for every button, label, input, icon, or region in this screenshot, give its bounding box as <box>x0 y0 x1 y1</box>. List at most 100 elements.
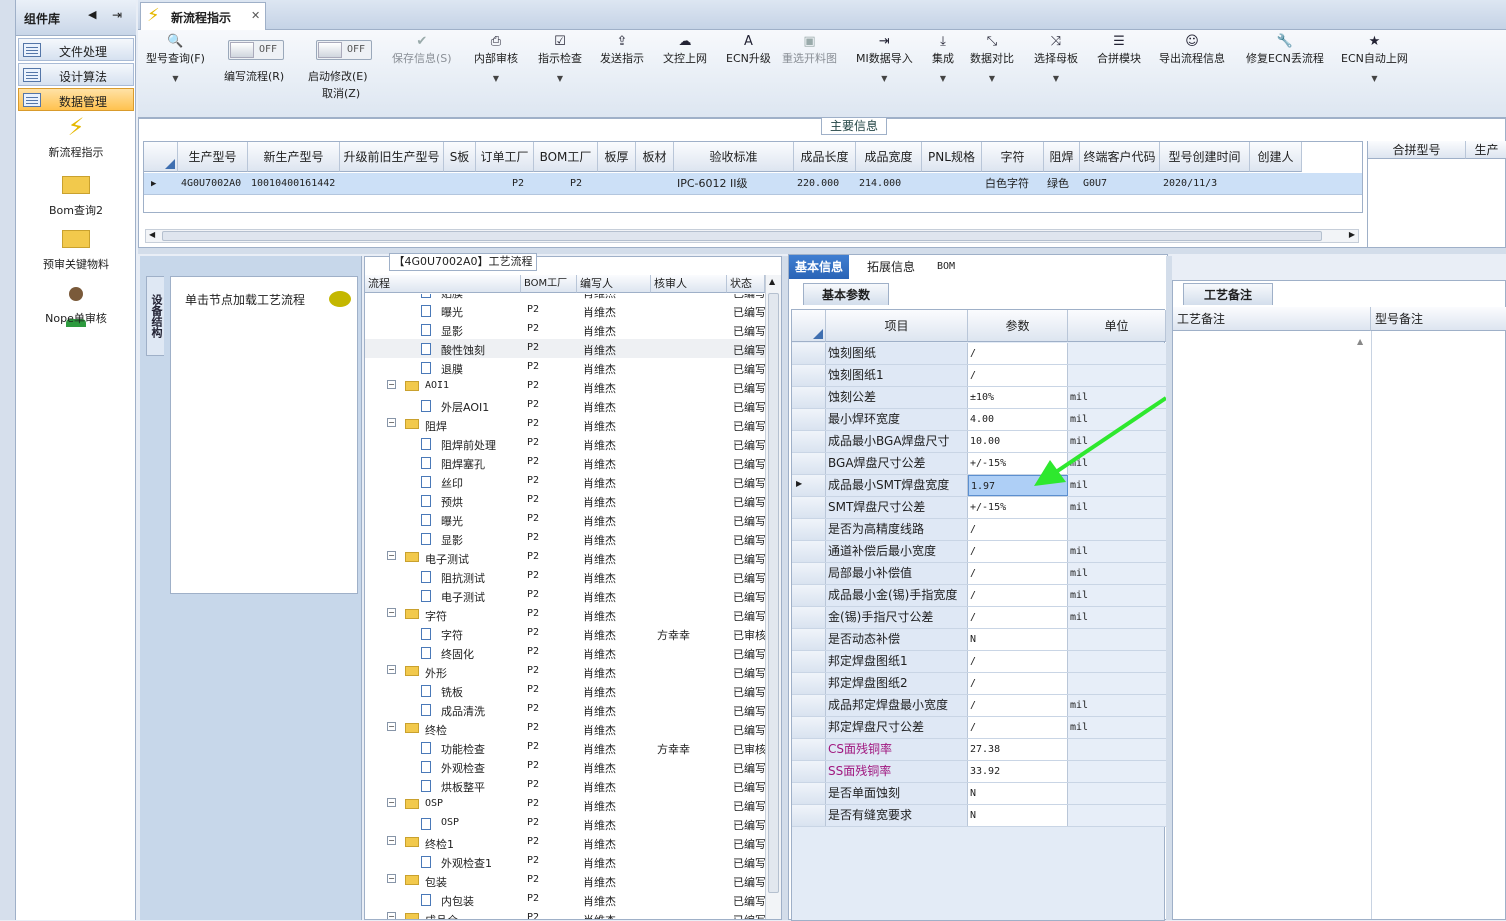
row-indicator[interactable] <box>792 409 826 430</box>
chevron-down-icon[interactable]: ▼ <box>970 74 1014 83</box>
merge-module-button[interactable]: ☰ 合拼模块 <box>1097 34 1141 66</box>
reselect-cut-chart-button[interactable]: ▣ 重选开料图 <box>782 34 837 66</box>
column-header[interactable]: 核审人 <box>651 275 727 293</box>
param-value[interactable]: / <box>968 343 1068 364</box>
row-indicator[interactable] <box>792 739 826 760</box>
table-cell[interactable]: 2020/11/3 <box>1160 173 1250 195</box>
tree-row[interactable]: − 字符 P2 肖维杰 已编写 <box>365 605 765 624</box>
param-value[interactable]: / <box>968 651 1068 672</box>
collapse-icon[interactable]: − <box>387 874 396 883</box>
tree-row[interactable]: 显影 P2 肖维杰 已编写 <box>365 320 765 339</box>
chevron-down-icon[interactable]: ▼ <box>474 74 518 83</box>
tree-row[interactable]: 电子测试 P2 肖维杰 已编写 <box>365 586 765 605</box>
tree-row[interactable]: 字符 P2 肖维杰 方幸幸 已审核 <box>365 624 765 643</box>
vertical-splitter[interactable] <box>782 256 788 920</box>
tab-extended-info[interactable]: 拓展信息 <box>861 255 921 279</box>
tree-row[interactable]: 贴膜 P2 肖维杰 已编写 <box>365 294 765 301</box>
param-row[interactable]: 是否有缝宽要求 N <box>792 805 1166 827</box>
tree-row[interactable]: 外观检查1 P2 肖维杰 已编写 <box>365 852 765 871</box>
tree-row[interactable]: 阻焊前处理 P2 肖维杰 已编写 <box>365 434 765 453</box>
tree-row[interactable]: 铣板 P2 肖维杰 已编写 <box>365 681 765 700</box>
mi-import-button[interactable]: ⇥ MI数据导入 ▼ <box>856 34 913 83</box>
row-indicator[interactable] <box>792 629 826 650</box>
export-flow-button[interactable]: ☺ 导出流程信息 <box>1159 34 1225 66</box>
table-cell[interactable]: G0U7 <box>1080 173 1160 195</box>
param-row[interactable]: CS面残铜率 27.38 <box>792 739 1166 761</box>
param-row[interactable]: 邦定焊盘图纸2/ <box>792 673 1166 695</box>
tree-row[interactable]: − 电子测试 P2 肖维杰 已编写 <box>365 548 765 567</box>
tree-row[interactable]: OSP P2 肖维杰 已编写 <box>365 814 765 833</box>
table-cell[interactable]: 214.000 <box>856 173 922 195</box>
chevron-down-icon[interactable]: ▼ <box>1034 74 1078 83</box>
tab-basic-params[interactable]: 基本参数 <box>803 283 889 305</box>
fix-ecn-button[interactable]: 🔧 修复ECN丢流程 <box>1246 34 1324 66</box>
column-header[interactable]: 创建人 <box>1250 142 1302 172</box>
tree-row[interactable]: 曝光 P2 肖维杰 已编写 <box>365 510 765 529</box>
tree-row[interactable]: 显影 P2 肖维杰 已编写 <box>365 529 765 548</box>
row-indicator[interactable] <box>792 387 826 408</box>
param-value[interactable]: 27.38 <box>968 739 1068 760</box>
param-value[interactable]: 33.92 <box>968 761 1068 782</box>
column-header[interactable]: 成品长度 <box>794 142 856 172</box>
column-header[interactable]: 验收标准 <box>674 142 794 172</box>
group-data-management[interactable]: 数据管理 <box>18 88 134 111</box>
row-indicator[interactable] <box>792 497 826 518</box>
param-value[interactable]: / <box>968 607 1068 628</box>
scroll-thumb[interactable] <box>162 231 1322 241</box>
tree-row[interactable]: 烘板整平 P2 肖维杰 已编写 <box>365 776 765 795</box>
tree-row[interactable]: 酸性蚀刻 P2 肖维杰 已编写 <box>365 339 765 358</box>
collapse-icon[interactable]: − <box>387 836 396 845</box>
collapse-left-icon[interactable]: ◀ <box>88 8 96 21</box>
tree-row[interactable]: 成品清洗 P2 肖维杰 已编写 <box>365 700 765 719</box>
column-header-model-note[interactable]: 型号备注 <box>1371 307 1506 331</box>
tree-row[interactable]: 终固化 P2 肖维杰 已编写 <box>365 643 765 662</box>
row-indicator[interactable] <box>792 563 826 584</box>
chevron-down-icon[interactable]: ▼ <box>856 74 913 83</box>
vertical-splitter-right[interactable] <box>1166 256 1172 920</box>
param-row[interactable]: 通道补偿后最小宽度 / mil <box>792 541 1166 563</box>
param-value[interactable]: / <box>968 695 1068 716</box>
tab-equipment-structure[interactable]: 设备结构 <box>146 276 164 356</box>
tool-new-process[interactable]: ⚡ 新流程指示 <box>16 114 136 160</box>
column-header[interactable]: 生产 <box>1466 141 1506 159</box>
column-header[interactable]: 状态 <box>727 275 765 293</box>
scroll-thumb[interactable] <box>768 293 779 893</box>
check-instruction-button[interactable]: ☑ 指示检查 ▼ <box>538 34 582 83</box>
row-indicator[interactable] <box>792 651 826 672</box>
row-indicator[interactable] <box>792 585 826 606</box>
table-cell[interactable]: 220.000 <box>794 173 856 195</box>
row-indicator[interactable] <box>792 673 826 694</box>
tree-row[interactable]: − 终检 P2 肖维杰 已编写 <box>365 719 765 738</box>
param-value[interactable]: / <box>968 717 1068 738</box>
cancel-button[interactable]: 取消(Z) <box>322 85 360 101</box>
doc-online-button[interactable]: ☁ 文控上网 <box>663 34 707 66</box>
column-header[interactable]: BOM工厂 <box>521 275 577 293</box>
scroll-up-icon[interactable]: ▲ <box>1357 337 1363 346</box>
collapse-icon[interactable]: − <box>387 665 396 674</box>
column-header[interactable]: 字符 <box>982 142 1044 172</box>
tree-row[interactable]: 退膜 P2 肖维杰 已编写 <box>365 358 765 377</box>
internal-review-button[interactable]: ⎙ 内部审核 ▼ <box>474 34 518 83</box>
column-header[interactable]: 生产型号 <box>178 142 248 172</box>
tree-row[interactable]: 内包装 P2 肖维杰 已编写 <box>365 890 765 909</box>
row-indicator[interactable] <box>792 343 826 364</box>
table-cell[interactable]: 4G0U7002A0 <box>178 173 248 195</box>
column-header[interactable]: 终端客户代码 <box>1080 142 1160 172</box>
row-indicator[interactable]: ▶ <box>792 475 826 496</box>
column-header-item[interactable]: 项目 <box>826 310 968 342</box>
column-header-unit[interactable]: 单位 <box>1068 310 1166 342</box>
param-value[interactable]: / <box>968 519 1068 540</box>
table-cell[interactable]: IPC-6012 II级 <box>674 173 794 195</box>
chevron-down-icon[interactable]: ▼ <box>1341 74 1408 83</box>
chevron-down-icon[interactable]: ▼ <box>146 74 205 83</box>
row-indicator[interactable] <box>792 541 826 562</box>
param-row[interactable]: 是否单面蚀刻 N <box>792 783 1166 805</box>
param-row[interactable]: 蚀刻图纸 / <box>792 343 1166 365</box>
vertical-scrollbar[interactable]: ▲ <box>765 275 781 919</box>
tree-row[interactable]: − 外形 P2 肖维杰 已编写 <box>365 662 765 681</box>
collapse-icon[interactable]: − <box>387 912 396 919</box>
column-header[interactable]: BOM工厂 <box>534 142 598 172</box>
save-info-button[interactable]: ✔ 保存信息(S) <box>392 34 452 66</box>
ecn-auto-online-button[interactable]: ★ ECN自动上网 ▼ <box>1341 34 1408 83</box>
column-header[interactable]: 板厚 <box>598 142 636 172</box>
